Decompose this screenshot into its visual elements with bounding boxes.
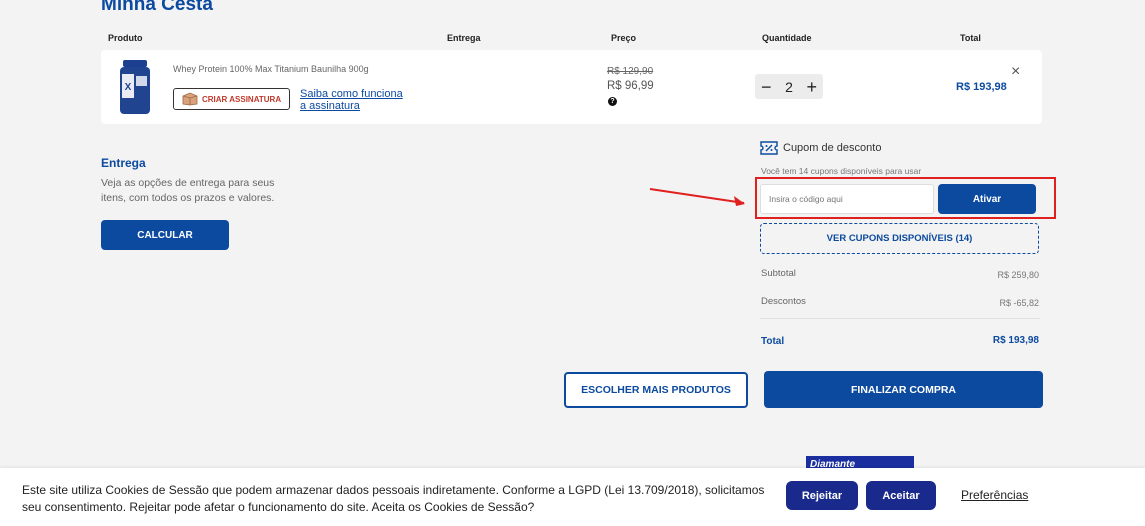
annotation-arrow — [649, 188, 745, 206]
coupon-icon — [760, 141, 778, 155]
increase-quantity-button[interactable]: + — [806, 78, 817, 96]
help-icon[interactable]: ? — [608, 97, 617, 106]
delivery-title: Entrega — [101, 156, 146, 170]
checkout-button[interactable]: FINALIZAR COMPRA — [764, 371, 1043, 408]
accept-cookies-button[interactable]: Aceitar — [866, 481, 936, 510]
view-coupons-button[interactable]: VER CUPONS DISPONÍVEIS (14) — [760, 223, 1039, 254]
subtotal-value: R$ 259,80 — [997, 270, 1039, 280]
coupon-available-text: Você tem 14 cupons disponíveis para usar — [761, 166, 922, 176]
create-subscription-label: CRIAR ASSINATURA — [202, 94, 282, 104]
subtotal-label: Subtotal — [761, 268, 796, 279]
reject-cookies-button[interactable]: Rejeitar — [786, 481, 858, 510]
remove-item-icon[interactable]: × — [1011, 63, 1020, 81]
box-icon — [182, 92, 198, 106]
apply-coupon-button[interactable]: Ativar — [938, 184, 1036, 214]
svg-text:X: X — [125, 82, 132, 93]
coupon-code-input[interactable] — [760, 184, 934, 214]
column-header-quantity: Quantidade — [762, 33, 812, 43]
cookie-preferences-link[interactable]: Preferências — [961, 488, 1028, 502]
column-header-product: Produto — [108, 33, 143, 43]
delivery-description: Veja as opções de entrega para seus iten… — [101, 177, 275, 204]
discount-label: Descontos — [761, 296, 806, 307]
product-image[interactable]: X — [117, 58, 153, 116]
cart-item-card: X Whey Protein 100% Max Titanium Baunilh… — [101, 50, 1042, 124]
page-title: Minha Cesta — [101, 0, 213, 15]
product-name[interactable]: Whey Protein 100% Max Titanium Baunilha … — [173, 64, 369, 74]
discount-value: R$ -65,82 — [999, 298, 1039, 308]
item-total: R$ 193,98 — [956, 81, 1007, 93]
total-label: Total — [761, 336, 785, 347]
decrease-quantity-button[interactable]: − — [761, 78, 772, 96]
old-price: R$ 129,90 — [607, 66, 654, 77]
cookie-consent-text: Este site utiliza Cookies de Sessão que … — [22, 483, 765, 514]
column-header-delivery: Entrega — [447, 33, 481, 43]
quantity-stepper: − 2 + — [755, 74, 823, 99]
current-price: R$ 96,99 — [607, 80, 654, 92]
create-subscription-button[interactable]: CRIAR ASSINATURA — [173, 88, 290, 110]
calculate-shipping-button[interactable]: CALCULAR — [101, 220, 229, 250]
total-value: R$ 193,98 — [992, 335, 1039, 346]
quantity-value: 2 — [785, 78, 793, 95]
column-header-total: Total — [960, 33, 981, 43]
coupon-title: Cupom de desconto — [783, 142, 882, 154]
cookie-consent-bar: Este site utiliza Cookies de Sessão que … — [0, 468, 1145, 526]
subscription-info-link[interactable]: Saiba como funciona a assinatura — [300, 88, 410, 112]
summary-divider — [760, 318, 1040, 319]
choose-more-products-button[interactable]: ESCOLHER MAIS PRODUTOS — [564, 372, 748, 408]
column-header-price: Preço — [611, 33, 637, 43]
